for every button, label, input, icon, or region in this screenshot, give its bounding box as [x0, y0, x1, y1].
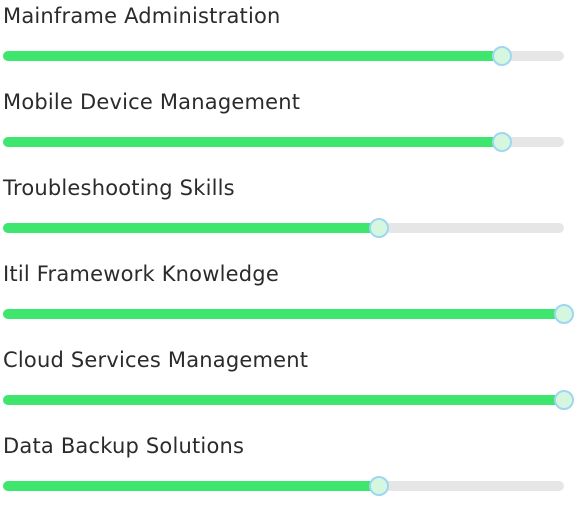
skill-slider[interactable]	[3, 304, 574, 324]
slider-fill	[3, 395, 564, 405]
slider-thumb[interactable]	[554, 304, 574, 324]
slider-fill	[3, 481, 379, 491]
slider-fill	[3, 137, 502, 147]
skill-slider[interactable]	[3, 132, 564, 152]
skill-itil-framework-knowledge: Itil Framework Knowledge	[0, 258, 577, 344]
skill-data-backup-solutions: Data Backup Solutions	[0, 430, 577, 516]
slider-fill	[3, 51, 502, 61]
slider-fill	[3, 309, 564, 319]
skill-slider[interactable]	[3, 476, 564, 496]
slider-thumb[interactable]	[492, 132, 512, 152]
skill-troubleshooting-skills: Troubleshooting Skills	[0, 172, 577, 258]
skill-label: Troubleshooting Skills	[3, 176, 235, 200]
skill-slider[interactable]	[3, 46, 564, 66]
slider-thumb[interactable]	[369, 218, 389, 238]
skill-label: Cloud Services Management	[3, 348, 309, 372]
slider-thumb[interactable]	[369, 476, 389, 496]
skill-cloud-services-management: Cloud Services Management	[0, 344, 577, 430]
skill-mainframe-administration: Mainframe Administration	[0, 0, 577, 86]
skill-mobile-device-management: Mobile Device Management	[0, 86, 577, 172]
skill-label: Mainframe Administration	[3, 4, 281, 28]
skill-label: Data Backup Solutions	[3, 434, 245, 458]
slider-thumb[interactable]	[554, 390, 574, 410]
skill-label: Mobile Device Management	[3, 90, 301, 114]
skill-slider[interactable]	[3, 218, 564, 238]
skill-label: Itil Framework Knowledge	[3, 262, 279, 286]
slider-fill	[3, 223, 379, 233]
skill-slider[interactable]	[3, 390, 574, 410]
slider-thumb[interactable]	[492, 46, 512, 66]
